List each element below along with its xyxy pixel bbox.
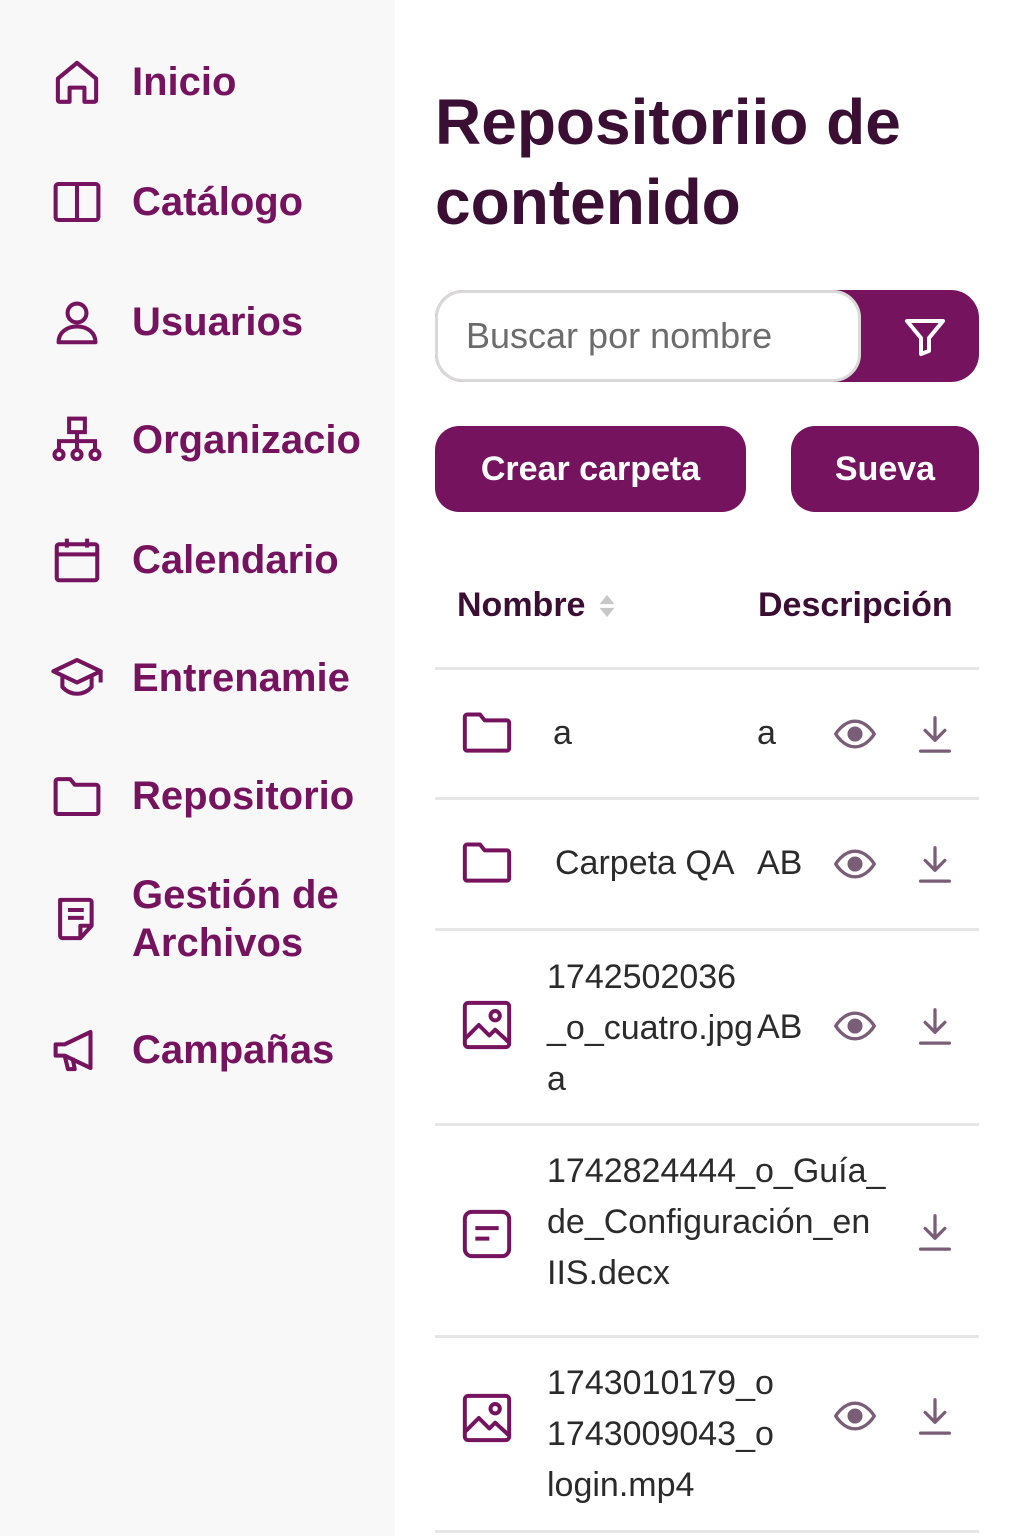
- column-header-name[interactable]: Nombre: [457, 586, 617, 625]
- row-description: AB: [757, 1008, 803, 1046]
- sidebar-item-calendario[interactable]: Calendario: [50, 534, 339, 586]
- sidebar-item-label: Catálogo: [132, 180, 304, 224]
- download-icon[interactable]: [917, 1006, 953, 1046]
- sidebar-item-gestion-archivos[interactable]: Gestión de Archivos: [50, 871, 339, 967]
- megaphone-icon: [50, 1024, 106, 1076]
- download-icon[interactable]: [917, 1396, 953, 1436]
- row-description: AB: [757, 844, 803, 882]
- column-header-description: Descripción: [758, 586, 953, 624]
- divider: [435, 1530, 979, 1533]
- sidebar-item-campanas[interactable]: Campañas: [50, 1024, 334, 1076]
- folder-icon: [462, 712, 512, 753]
- table-row[interactable]: a a: [435, 670, 979, 797]
- row-description: a: [757, 714, 776, 752]
- sidebar-item-label: Campañas: [132, 1028, 335, 1072]
- main-content: Repositoriio de contenido Crear carpeta …: [395, 0, 1024, 1536]
- search-input[interactable]: [435, 290, 861, 382]
- user-icon: [50, 296, 106, 348]
- image-icon: [462, 1393, 512, 1443]
- org-chart-icon: [50, 414, 106, 466]
- sidebar-item-label: Calendario: [132, 538, 339, 582]
- sidebar-item-label: Gestión de Archivos: [132, 873, 339, 965]
- column-header-label: Nombre: [457, 586, 586, 624]
- filter-icon: [905, 319, 945, 356]
- download-icon[interactable]: [917, 844, 953, 884]
- sidebar-item-usuarios[interactable]: Usuarios: [50, 296, 303, 348]
- row-name: 1742824444_o_Guía_ de_Configuración_en I…: [547, 1152, 886, 1292]
- eye-icon[interactable]: [833, 1004, 877, 1048]
- sidebar-item-catalogo[interactable]: Catálogo: [50, 176, 303, 228]
- folder-icon: [462, 842, 512, 883]
- sort-icon: [600, 594, 615, 617]
- search-bar: [435, 290, 979, 382]
- book-open-icon: [50, 176, 106, 228]
- table-row[interactable]: 1743010179_o 1743009043_o login.mp4: [435, 1338, 979, 1536]
- sidebar-item-repositorio[interactable]: Repositorio: [50, 770, 354, 822]
- document-icon: [462, 1209, 512, 1259]
- new-button[interactable]: Sueva: [791, 426, 979, 512]
- sidebar-item-organizacion[interactable]: Organizacio: [50, 414, 361, 466]
- sidebar-item-label: Inicio: [132, 60, 237, 104]
- sidebar: Inicio Catálogo Usuarios Organizacio Cal…: [0, 0, 395, 1536]
- eye-icon[interactable]: [833, 712, 877, 756]
- sidebar-item-inicio[interactable]: Inicio: [50, 56, 236, 108]
- home-icon: [50, 56, 106, 108]
- table-row[interactable]: Carpeta QA AB: [435, 800, 979, 928]
- table-row[interactable]: 1742824444_o_Guía_ de_Configuración_en I…: [435, 1126, 979, 1335]
- create-folder-button[interactable]: Crear carpeta: [435, 426, 746, 512]
- page-title: Repositoriio de contenido: [435, 86, 901, 238]
- graduation-cap-icon: [50, 652, 106, 704]
- sidebar-item-label: Entrenamie: [132, 656, 350, 700]
- file-text-icon: [50, 893, 106, 945]
- sidebar-item-entrenamiento[interactable]: Entrenamie: [50, 652, 350, 704]
- download-icon[interactable]: [917, 714, 953, 754]
- sidebar-item-label: Usuarios: [132, 300, 304, 344]
- eye-icon[interactable]: [833, 1394, 877, 1438]
- sidebar-item-label: Repositorio: [132, 774, 355, 818]
- table-row[interactable]: 1742502036 _o_cuatro.jpg a AB: [435, 931, 979, 1123]
- row-name: 1742502036 _o_cuatro.jpg a: [547, 958, 754, 1098]
- row-name: 1743010179_o 1743009043_o login.mp4: [547, 1364, 774, 1504]
- download-icon[interactable]: [917, 1212, 953, 1252]
- calendar-icon: [50, 534, 106, 586]
- folder-icon: [50, 770, 106, 822]
- filter-button[interactable]: [895, 310, 955, 362]
- eye-icon[interactable]: [833, 842, 877, 886]
- image-icon: [462, 1000, 512, 1050]
- sidebar-item-label: Organizacio: [132, 418, 361, 462]
